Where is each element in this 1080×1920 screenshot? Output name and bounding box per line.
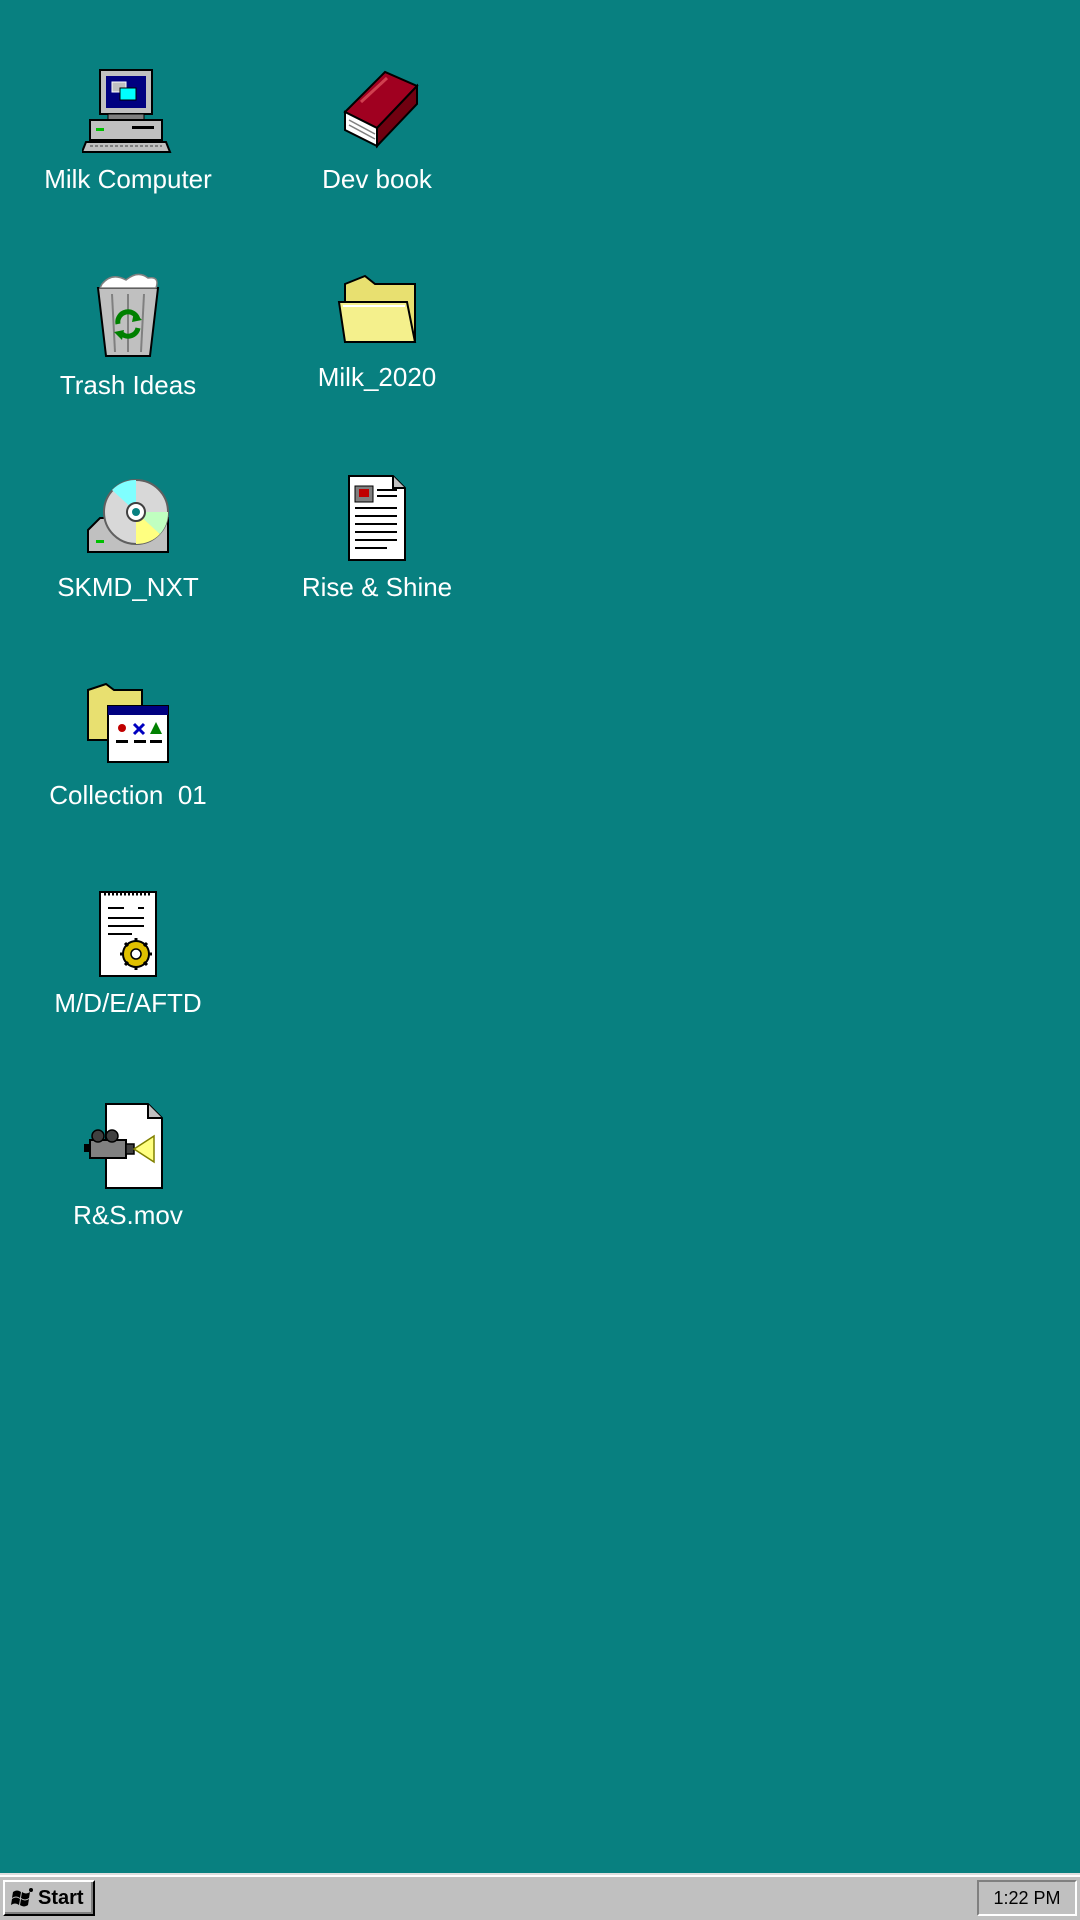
desktop-icon-label: Milk_2020 [317,362,437,392]
document-icon [348,475,406,561]
desktop-icon-rs-mov[interactable]: R&S.mov [8,1100,248,1230]
desktop-icon-rise-and-shine[interactable]: Rise & Shine [257,472,497,602]
taskbar: Start 1:22 PM [0,1873,1080,1920]
book-icon [343,70,419,149]
start-button-label: Start [38,1886,84,1909]
start-button[interactable]: Start [3,1880,95,1916]
desktop-icon-label: Collection 01 [49,780,207,810]
video-file-icon [84,1103,163,1189]
windows-logo-icon [11,1888,33,1907]
settings-document-icon [99,891,157,977]
recycle-bin-icon [96,273,160,357]
clock-time: 1:22 PM [993,1887,1061,1908]
desktop-icon-trash-ideas[interactable]: Trash Ideas [8,270,248,400]
taskbar-clock[interactable]: 1:22 PM [977,1880,1077,1916]
computer-icon [82,69,172,153]
folder-icon [337,274,417,343]
desktop-icon-label: M/D/E/AFTD [54,988,202,1018]
cd-drive-icon [87,479,169,553]
desktop-icon-label: R&S.mov [73,1200,183,1230]
desktop-icon-skmd-nxt[interactable]: SKMD_NXT [8,472,248,602]
desktop-icon-milk-computer[interactable]: Milk Computer [8,64,248,194]
desktop-icon-dev-book[interactable]: Dev book [257,64,497,194]
desktop-icon-collection-01[interactable]: Collection 01 [8,680,248,810]
desktop-icon-label: Trash Ideas [59,370,197,400]
desktop-icon-label: Rise & Shine [301,572,453,602]
desktop-icon-mdeaftd[interactable]: M/D/E/AFTD [8,888,248,1018]
desktop-icon-label: Dev book [322,164,432,194]
desktop[interactable]: Milk Computer Dev book Trash Ideas Milk_… [0,0,1080,1873]
program-group-icon [87,682,169,763]
desktop-icon-label: SKMD_NXT [57,572,199,602]
desktop-icon-milk-2020[interactable]: Milk_2020 [257,262,497,392]
desktop-icon-label: Milk Computer [44,164,212,194]
